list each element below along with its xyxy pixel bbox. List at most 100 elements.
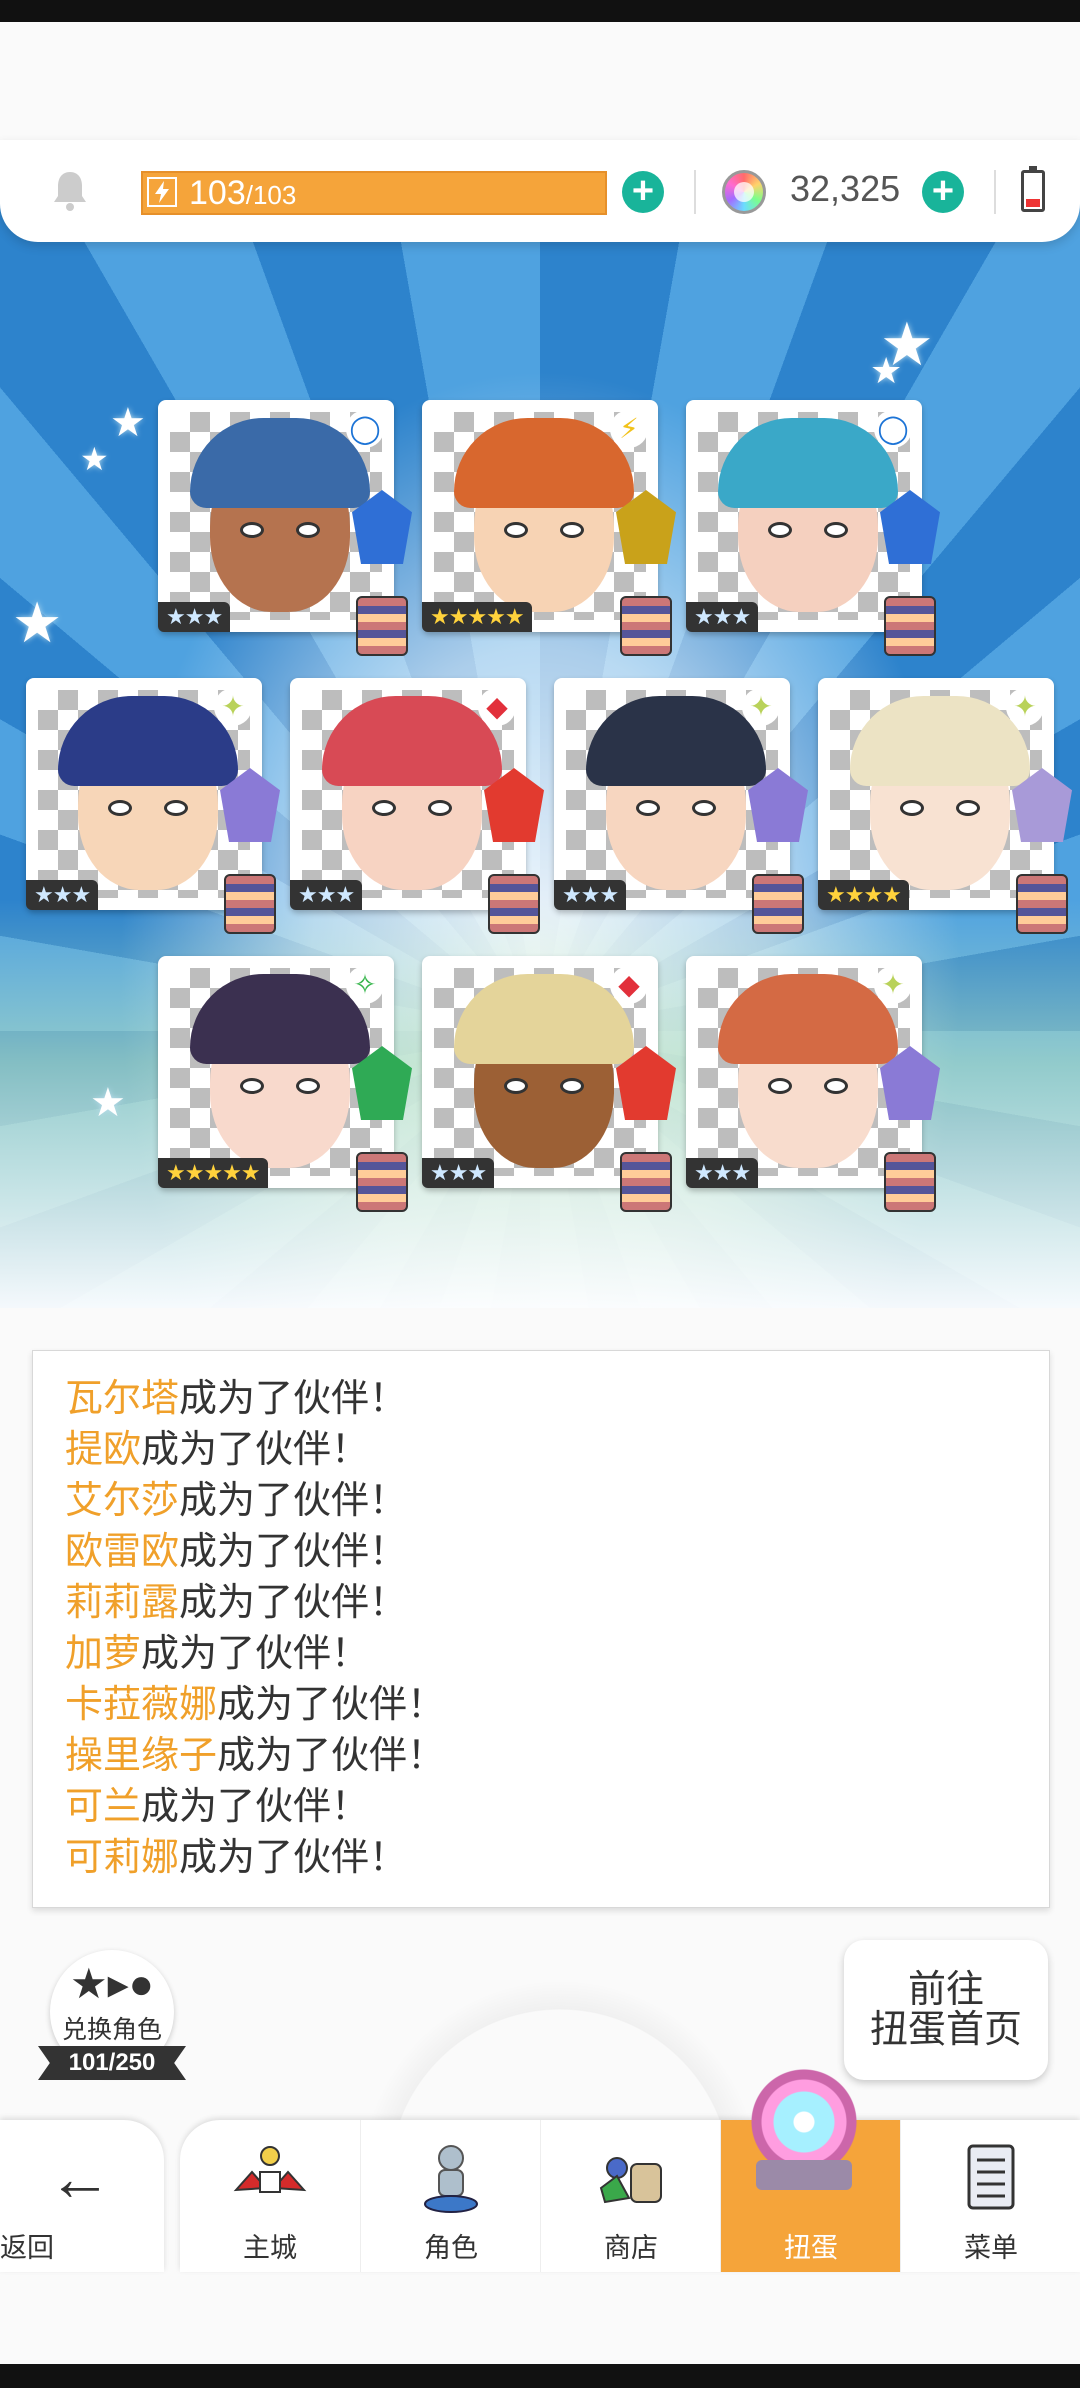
fire-element-icon: ◆ bbox=[610, 966, 648, 1004]
character-portrait bbox=[38, 690, 250, 898]
rarity-stars: ★★★ bbox=[158, 602, 231, 632]
character-card[interactable]: ✦ ★★★ bbox=[26, 678, 280, 934]
tab-label: 商店 bbox=[604, 2233, 658, 2263]
character-portrait bbox=[566, 690, 778, 898]
summon-results-stage: ★ ★ ★ ★ ★ ★ ◯ ★★★ ⚡ ★★★★★ ◯ ★★★ ✦ ★★★ ◆ … bbox=[0, 200, 1080, 1308]
tab-label: 菜单 bbox=[964, 2233, 1018, 2263]
character-card[interactable]: ◆ ★★★ bbox=[290, 678, 544, 934]
exchange-label: 兑换角色 bbox=[61, 2016, 162, 2044]
back-button[interactable]: ← 返回 bbox=[0, 2120, 164, 2272]
back-label: 返回 bbox=[0, 2233, 54, 2263]
tab-label: 角色 bbox=[424, 2233, 478, 2263]
character-name: 可莉娜 bbox=[65, 1837, 180, 1879]
character-card[interactable]: ✧ ★★★★★ bbox=[158, 956, 412, 1212]
character-name: 莉莉露 bbox=[65, 1582, 180, 1624]
goto-gacha-home-button[interactable]: 前往 扭蛋首页 bbox=[844, 1940, 1048, 2080]
character-card[interactable]: ◯ ★★★ bbox=[686, 400, 940, 656]
lightning-element-icon: ⚡ bbox=[610, 410, 648, 448]
rarity-stars: ★★★★★ bbox=[158, 1158, 268, 1188]
log-suffix: 成为了伙伴！ bbox=[179, 1378, 408, 1420]
character-card[interactable]: ⚡ ★★★★★ bbox=[422, 400, 676, 656]
log-line: 欧雷欧成为了伙伴！ bbox=[65, 1528, 407, 1576]
character-card[interactable]: ✦ ★★★ bbox=[554, 678, 808, 934]
tab-menu[interactable]: 菜单 bbox=[900, 2120, 1080, 2272]
character-sprite bbox=[620, 596, 672, 656]
rarity-stars: ★★★★★ bbox=[422, 602, 532, 632]
castle-icon bbox=[233, 2146, 307, 2193]
rarity-stars: ★★★ bbox=[686, 1158, 759, 1188]
energy-max: /103 bbox=[245, 180, 297, 210]
log-line: 莉莉露成为了伙伴！ bbox=[65, 1579, 407, 1627]
character-sprite bbox=[884, 1152, 936, 1212]
holy-element-icon: ✦ bbox=[214, 688, 252, 726]
tab-shop[interactable]: 商店 bbox=[540, 2120, 721, 2272]
character-sprite bbox=[884, 596, 936, 656]
log-suffix: 成为了伙伴！ bbox=[141, 1786, 370, 1828]
sparkle-star-icon: ★ bbox=[110, 401, 146, 445]
sparkle-star-icon: ★ bbox=[12, 591, 63, 654]
character-name: 欧雷欧 bbox=[65, 1531, 180, 1573]
divider bbox=[994, 170, 996, 214]
log-line: 瓦尔塔成为了伙伴！ bbox=[65, 1375, 407, 1423]
tab-label: 扭蛋 bbox=[784, 2233, 838, 2263]
nav-tabs: 主城 角色 商店 扭蛋 菜单 bbox=[180, 2120, 1080, 2272]
log-suffix: 成为了伙伴！ bbox=[141, 1429, 370, 1471]
character-card[interactable]: ◆ ★★★ bbox=[422, 956, 676, 1212]
rarity-stars: ★★★★ bbox=[818, 880, 909, 910]
character-name: 艾尔莎 bbox=[65, 1480, 180, 1522]
holy-element-icon: ✦ bbox=[742, 688, 780, 726]
character-name: 卡菈薇娜 bbox=[65, 1684, 218, 1726]
top-header: 103/103 + 32,325 + bbox=[0, 140, 1080, 242]
gem-count: 32,325 bbox=[790, 168, 901, 209]
tab-label: 主城 bbox=[243, 2233, 297, 2263]
sparkle-star-icon: ★ bbox=[80, 441, 109, 477]
holy-element-icon: ✦ bbox=[1006, 688, 1044, 726]
shop-icon bbox=[599, 2157, 662, 2204]
energy-bar: 103/103 bbox=[141, 171, 607, 215]
character-name: 可兰 bbox=[65, 1786, 142, 1828]
character-name: 瓦尔塔 bbox=[65, 1378, 180, 1420]
character-sprite bbox=[620, 1152, 672, 1212]
sparkle-star-icon: ★ bbox=[870, 350, 903, 391]
goto-line-2: 扭蛋首页 bbox=[869, 2009, 1022, 2051]
sparkle-star-icon: ★ bbox=[90, 1081, 126, 1125]
character-sprite bbox=[488, 874, 540, 934]
divider bbox=[694, 170, 696, 214]
character-card[interactable]: ✦ ★★★ bbox=[686, 956, 940, 1212]
log-suffix: 成为了伙伴！ bbox=[179, 1531, 408, 1573]
character-card[interactable]: ◯ ★★★ bbox=[158, 400, 412, 656]
character-portrait bbox=[170, 968, 382, 1176]
add-gems-button[interactable]: + bbox=[922, 171, 964, 213]
water-element-icon: ◯ bbox=[874, 410, 912, 448]
rarity-stars: ★★★ bbox=[26, 880, 99, 910]
log-suffix: 成为了伙伴！ bbox=[179, 1837, 408, 1879]
character-name: 加萝 bbox=[65, 1633, 142, 1675]
gem-icon bbox=[722, 170, 766, 214]
character-portrait bbox=[434, 968, 646, 1176]
character-icon bbox=[424, 2145, 478, 2213]
exchange-count: 101/250 bbox=[38, 2046, 186, 2080]
bell-icon[interactable] bbox=[50, 168, 90, 212]
character-portrait bbox=[830, 690, 1042, 898]
character-name: 操里缘子 bbox=[65, 1735, 218, 1777]
summon-log[interactable]: 瓦尔塔成为了伙伴！ 提欧成为了伙伴！ 艾尔莎成为了伙伴！ 欧雷欧成为了伙伴！ 莉… bbox=[32, 1350, 1050, 1908]
log-suffix: 成为了伙伴！ bbox=[141, 1633, 370, 1675]
menu-icon bbox=[967, 2144, 1015, 2210]
character-portrait bbox=[434, 412, 646, 620]
log-suffix: 成为了伙伴！ bbox=[217, 1684, 446, 1726]
character-sprite bbox=[1016, 874, 1068, 934]
character-sprite bbox=[356, 596, 408, 656]
log-line: 可兰成为了伙伴！ bbox=[65, 1783, 369, 1831]
log-suffix: 成为了伙伴！ bbox=[179, 1582, 408, 1624]
character-card[interactable]: ✦ ★★★★ bbox=[818, 678, 1072, 934]
log-line: 操里缘子成为了伙伴！ bbox=[65, 1732, 445, 1780]
tab-character[interactable]: 角色 bbox=[360, 2120, 541, 2272]
bottom-nav: ← 返回 主城 角色 商店 扭蛋 菜单 bbox=[0, 2120, 1080, 2272]
tab-castle[interactable]: 主城 bbox=[180, 2120, 360, 2272]
character-name: 提欧 bbox=[65, 1429, 142, 1471]
exchange-character-button[interactable]: ★▸● 兑换角色 101/250 bbox=[38, 1950, 186, 2080]
holy-element-icon: ✦ bbox=[874, 966, 912, 1004]
character-portrait bbox=[302, 690, 514, 898]
add-energy-button[interactable]: + bbox=[622, 171, 664, 213]
system-nav-bar bbox=[0, 2364, 1080, 2388]
